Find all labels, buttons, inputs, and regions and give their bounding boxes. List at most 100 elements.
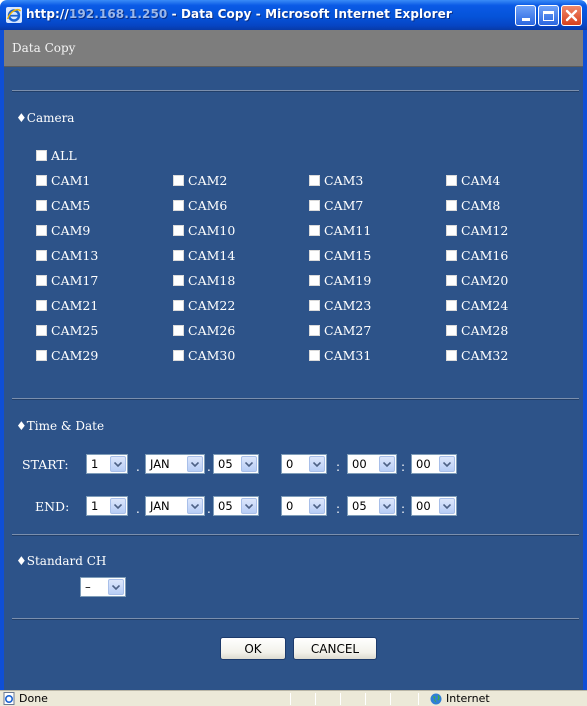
checkbox-box bbox=[446, 174, 457, 186]
checkbox-box bbox=[309, 174, 320, 186]
camera-checkbox-cam24[interactable]: CAM24 bbox=[446, 297, 508, 313]
start-minute-select[interactable]: 00 bbox=[347, 454, 397, 474]
start-year-select[interactable]: 05 bbox=[213, 454, 259, 474]
camera-checkbox-cam15[interactable]: CAM15 bbox=[309, 247, 371, 263]
camera-checkbox-cam12[interactable]: CAM12 bbox=[446, 222, 508, 238]
checkbox-box bbox=[173, 224, 184, 236]
chevron-down-icon bbox=[309, 456, 325, 472]
camera-checkbox-cam7[interactable]: CAM7 bbox=[309, 197, 363, 213]
end-day-select[interactable]: 1 bbox=[86, 496, 128, 516]
camera-checkbox-cam32[interactable]: CAM32 bbox=[446, 347, 508, 363]
camera-all-label: ALL bbox=[51, 147, 77, 163]
status-divider bbox=[390, 693, 391, 705]
camera-checkbox-cam22[interactable]: CAM22 bbox=[173, 297, 235, 313]
status-divider bbox=[290, 693, 291, 705]
checkbox-box bbox=[173, 349, 184, 361]
camera-label: CAM1 bbox=[51, 172, 91, 188]
date-separator: . bbox=[136, 502, 140, 516]
divider bbox=[12, 90, 579, 92]
cancel-button[interactable]: CANCEL bbox=[293, 637, 377, 660]
camera-label: CAM13 bbox=[51, 247, 99, 263]
camera-checkbox-cam26[interactable]: CAM26 bbox=[173, 322, 235, 338]
camera-label: CAM14 bbox=[188, 247, 236, 263]
camera-checkbox-cam20[interactable]: CAM20 bbox=[446, 272, 508, 288]
camera-checkbox-cam29[interactable]: CAM29 bbox=[36, 347, 98, 363]
chevron-down-icon bbox=[379, 498, 395, 514]
checkbox-box bbox=[446, 199, 457, 211]
camera-checkbox-cam16[interactable]: CAM16 bbox=[446, 247, 508, 263]
standard-ch-select[interactable]: – bbox=[80, 577, 126, 597]
minimize-button[interactable] bbox=[515, 5, 536, 26]
camera-label: CAM26 bbox=[188, 322, 236, 338]
camera-checkbox-cam3[interactable]: CAM3 bbox=[309, 172, 363, 188]
camera-checkbox-cam31[interactable]: CAM31 bbox=[309, 347, 371, 363]
start-month-select[interactable]: JAN bbox=[145, 454, 205, 474]
time-separator: : bbox=[336, 460, 341, 474]
status-divider bbox=[365, 693, 366, 705]
camera-checkbox-cam9[interactable]: CAM9 bbox=[36, 222, 90, 238]
end-minute-select[interactable]: 05 bbox=[347, 496, 397, 516]
end-year-select[interactable]: 05 bbox=[213, 496, 259, 516]
date-separator: . bbox=[136, 460, 140, 474]
checkbox-box bbox=[36, 224, 47, 236]
date-separator: . bbox=[207, 502, 211, 516]
camera-checkbox-cam18[interactable]: CAM18 bbox=[173, 272, 235, 288]
close-button[interactable] bbox=[561, 5, 582, 26]
camera-checkbox-cam27[interactable]: CAM27 bbox=[309, 322, 371, 338]
minimize-icon bbox=[521, 18, 530, 21]
window-title-host: 192.168.1.250 bbox=[68, 7, 168, 21]
camera-checkbox-cam13[interactable]: CAM13 bbox=[36, 247, 98, 263]
camera-checkbox-cam14[interactable]: CAM14 bbox=[173, 247, 235, 263]
camera-label: CAM27 bbox=[324, 322, 372, 338]
checkbox-box bbox=[36, 249, 47, 261]
maximize-button[interactable] bbox=[538, 5, 559, 26]
camera-checkbox-cam8[interactable]: CAM8 bbox=[446, 197, 500, 213]
status-divider bbox=[418, 693, 419, 705]
end-second-select[interactable]: 00 bbox=[411, 496, 457, 516]
checkbox-box bbox=[36, 324, 47, 336]
camera-checkbox-cam10[interactable]: CAM10 bbox=[173, 222, 235, 238]
camera-checkbox-cam17[interactable]: CAM17 bbox=[36, 272, 98, 288]
status-bar: Done Internet bbox=[0, 690, 587, 706]
camera-label: CAM7 bbox=[324, 197, 364, 213]
page-header: Data Copy bbox=[4, 30, 583, 67]
maximize-icon bbox=[543, 10, 554, 21]
camera-checkbox-cam23[interactable]: CAM23 bbox=[309, 297, 371, 313]
start-day-select[interactable]: 1 bbox=[86, 454, 128, 474]
end-hour-select[interactable]: 0 bbox=[281, 496, 327, 516]
camera-checkbox-cam6[interactable]: CAM6 bbox=[173, 197, 227, 213]
window-title-prefix: http:// bbox=[26, 7, 69, 21]
end-month-select[interactable]: JAN bbox=[145, 496, 205, 516]
chevron-down-icon bbox=[379, 456, 395, 472]
camera-label: CAM12 bbox=[461, 222, 509, 238]
ok-button[interactable]: OK bbox=[220, 637, 286, 660]
checkbox-box bbox=[309, 349, 320, 361]
end-hour-value: 0 bbox=[286, 499, 294, 513]
chevron-down-icon bbox=[187, 456, 203, 472]
camera-checkbox-cam4[interactable]: CAM4 bbox=[446, 172, 500, 188]
camera-all-checkbox[interactable]: ALL bbox=[36, 147, 77, 163]
camera-checkbox-cam30[interactable]: CAM30 bbox=[173, 347, 235, 363]
camera-checkbox-cam2[interactable]: CAM2 bbox=[173, 172, 227, 188]
camera-checkbox-cam11[interactable]: CAM11 bbox=[309, 222, 371, 238]
camera-label: CAM29 bbox=[51, 347, 99, 363]
window-title-suffix: - Data Copy - Microsoft Internet Explore… bbox=[167, 7, 452, 21]
checkbox-box bbox=[173, 299, 184, 311]
end-year-value: 05 bbox=[218, 499, 233, 513]
internet-explorer-icon bbox=[6, 7, 22, 23]
end-month-value: JAN bbox=[150, 499, 170, 513]
camera-checkbox-cam19[interactable]: CAM19 bbox=[309, 272, 371, 288]
start-second-select[interactable]: 00 bbox=[411, 454, 457, 474]
camera-checkbox-cam5[interactable]: CAM5 bbox=[36, 197, 90, 213]
chevron-down-icon bbox=[110, 456, 126, 472]
chevron-down-icon bbox=[439, 498, 455, 514]
camera-checkbox-cam1[interactable]: CAM1 bbox=[36, 172, 90, 188]
camera-checkbox-cam21[interactable]: CAM21 bbox=[36, 297, 98, 313]
checkbox-box bbox=[173, 324, 184, 336]
start-hour-select[interactable]: 0 bbox=[281, 454, 327, 474]
camera-checkbox-cam28[interactable]: CAM28 bbox=[446, 322, 508, 338]
camera-checkbox-cam25[interactable]: CAM25 bbox=[36, 322, 98, 338]
window-title: http://192.168.1.250 - Data Copy - Micro… bbox=[26, 7, 452, 21]
checkbox-box bbox=[173, 199, 184, 211]
end-minute-value: 05 bbox=[352, 499, 367, 513]
